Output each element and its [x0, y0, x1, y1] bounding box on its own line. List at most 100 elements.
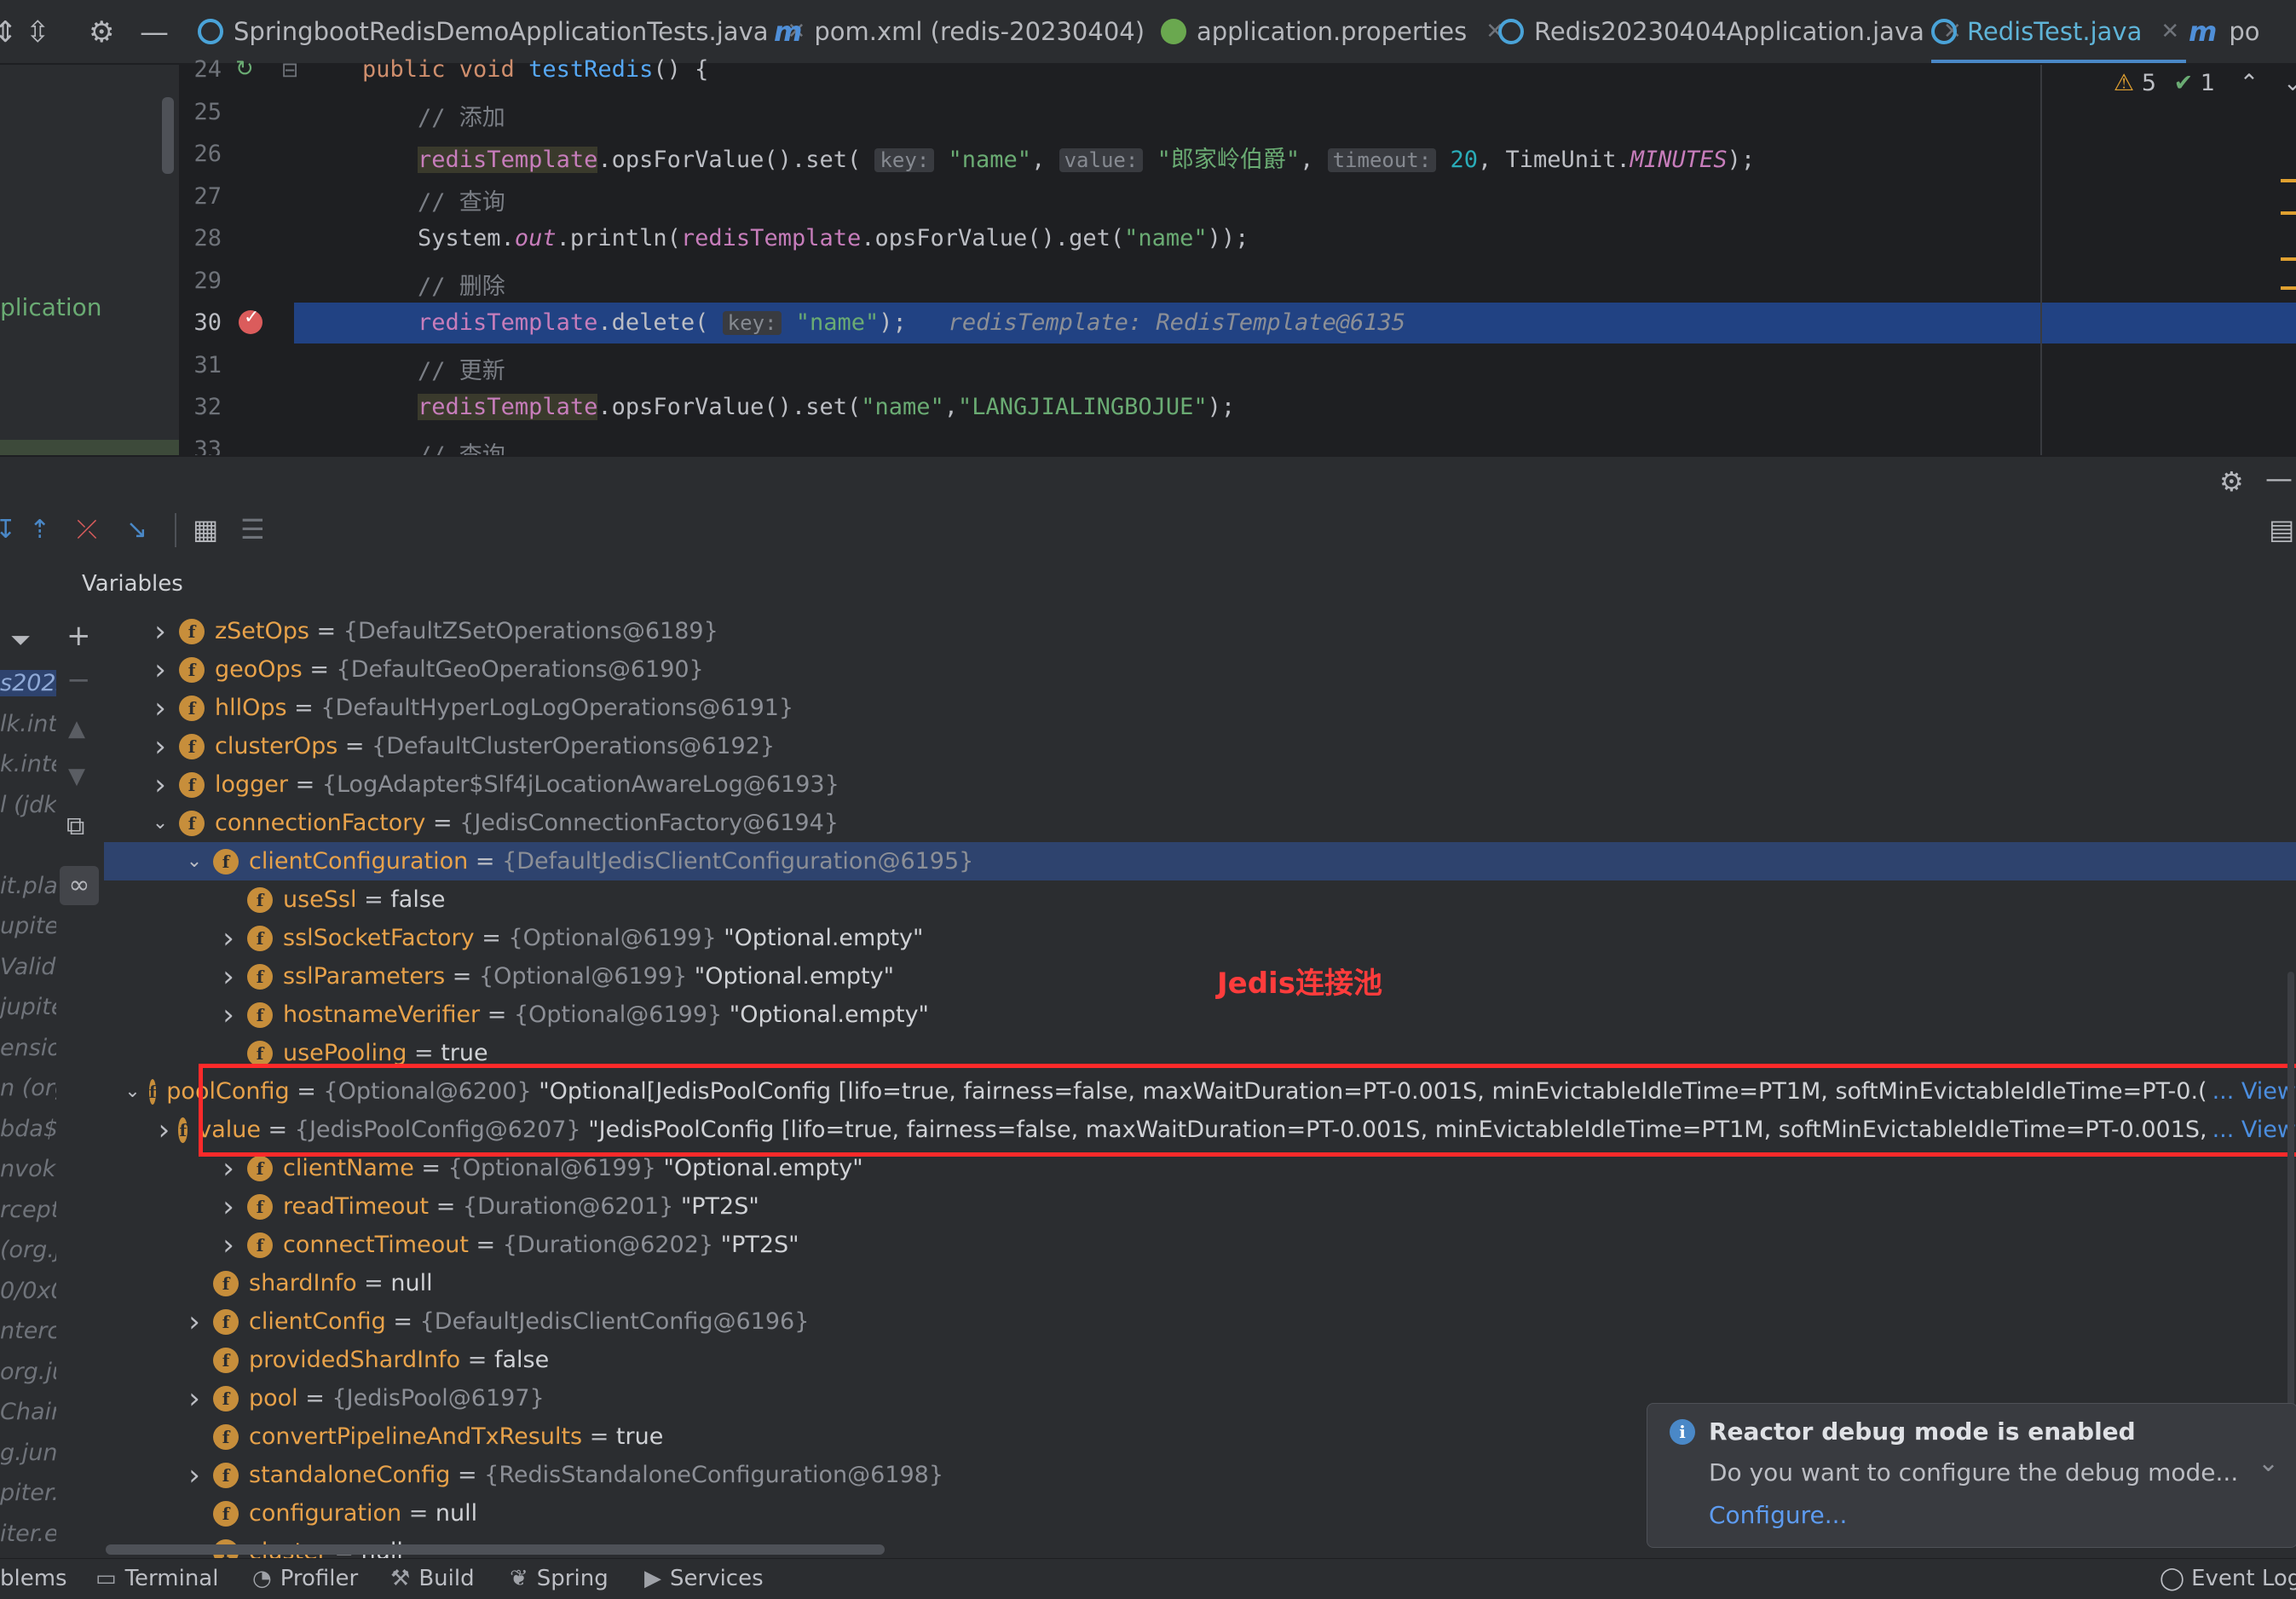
chevron-down-icon[interactable]: ⌄ [184, 851, 205, 872]
chevron-right-icon[interactable]: › [184, 1305, 205, 1339]
code-line[interactable]: // 删除 [362, 268, 505, 301]
variable-row[interactable]: › f zSetOps = {DefaultZSetOperations@6189} [104, 612, 2296, 650]
collapse-all-icon[interactable]: ⇳ [26, 15, 50, 49]
minimize-icon[interactable]: — [140, 15, 169, 49]
code-line[interactable]: redisTemplate.delete( key: "name"); redi… [362, 309, 1405, 336]
stack-frame[interactable]: rcepto [0, 1197, 56, 1223]
tab-redis-test[interactable]: RedisTest.java ✕ [1931, 0, 2187, 63]
tool-window-services[interactable]: ▶ Services [644, 1566, 764, 1591]
inspection-widget[interactable]: ⚠ 5 ✔ 1 ⌃ ⌄ [2114, 70, 2296, 96]
code-line[interactable]: System.out.println(redisTemplate.opsForV… [362, 225, 1249, 251]
stack-frame[interactable]: it.pla [0, 873, 56, 899]
variable-row[interactable]: › f hllOps = {DefaultHyperLogLogOperations… [104, 689, 2296, 727]
run-to-cursor-icon[interactable]: ↘ [126, 515, 147, 545]
trace-icon[interactable]: ☰ [240, 513, 265, 546]
chevron-right-icon[interactable]: › [150, 615, 170, 649]
stack-frame[interactable]: iter.e [0, 1521, 56, 1547]
stack-frame[interactable]: 0/0x0 [0, 1278, 56, 1304]
notification-popup[interactable]: i Reactor debug mode is enabled Do you w… [1647, 1403, 2296, 1548]
chevron-down-icon[interactable]: ⌄ [124, 1081, 140, 1102]
chevron-right-icon[interactable]: › [150, 730, 170, 764]
variable-row[interactable]: › f connectTimeout = {Duration@6202} "PT2S… [104, 1226, 2296, 1264]
code-line[interactable]: // 查询 [362, 183, 505, 216]
tab-pom-2[interactable]: m po [2189, 0, 2260, 63]
expand-all-icon[interactable]: ⇕ [0, 15, 18, 49]
stack-frame[interactable]: (org.j [0, 1237, 56, 1263]
project-item-application[interactable]: plication [0, 293, 102, 321]
variable-row[interactable]: › f sslSocketFactory = {Optional@6199} "Op… [104, 919, 2296, 957]
chevron-down-icon[interactable]: ⌄ [2258, 1448, 2279, 1478]
stack-frame[interactable]: n (org [0, 1075, 56, 1101]
chevron-down-icon[interactable]: ⌄ [2283, 70, 2296, 96]
variable-row[interactable]: › f geoOps = {DefaultGeoOperations@6190} [104, 650, 2296, 689]
stack-frame[interactable]: nterc [0, 1318, 56, 1344]
frames-list[interactable]: s2023 lk.inte k.inte l (jdk it.pla upiter Vali… [0, 610, 56, 1558]
variable-row[interactable]: f providedShardInfo = false [104, 1341, 2296, 1379]
stack-frame[interactable]: k.inte [0, 751, 56, 777]
tab-redis-application[interactable]: Redis20230404Application.java ✕ [1498, 0, 1962, 63]
tool-window-build[interactable]: ⚒ Build [390, 1566, 475, 1591]
chevron-right-icon[interactable]: › [150, 768, 170, 802]
step-into-icon[interactable]: ↧ [0, 515, 16, 545]
variable-row[interactable]: › f hostnameVerifier = {Optional@6199} "Op… [104, 996, 2296, 1034]
variable-row[interactable]: › f sslParameters = {Optional@6199} "Optio… [104, 957, 2296, 996]
chevron-right-icon[interactable]: › [159, 1113, 170, 1147]
code-line[interactable]: // 更新 [362, 352, 505, 385]
chevron-down-icon[interactable]: ⌄ [150, 812, 170, 834]
variable-row[interactable]: f useSsl = false [104, 880, 2296, 919]
remove-watch-icon[interactable]: − [66, 663, 91, 697]
stack-frame[interactable]: s2023 [0, 670, 56, 696]
stack-frame[interactable]: ension [0, 1035, 56, 1061]
variable-row[interactable]: › f clusterOps = {DefaultClusterOperations… [104, 727, 2296, 765]
stack-frame[interactable]: org.jun [0, 1359, 56, 1385]
tool-window-blems[interactable]: blems [0, 1566, 67, 1591]
tool-window-profiler[interactable]: ◔ Profiler [252, 1566, 358, 1591]
stack-frame[interactable]: l (jdk [0, 792, 56, 818]
step-out-icon[interactable]: ⇡ [29, 515, 50, 545]
minimize-icon[interactable]: — [2265, 462, 2293, 494]
variable-row[interactable]: › f logger = {LogAdapter$Slf4jLocationAwar… [104, 765, 2296, 804]
run-test-icon[interactable]: ↻ [235, 56, 254, 82]
chevron-right-icon[interactable]: › [184, 1382, 205, 1416]
tab-springboot-tests[interactable]: SpringbootRedisDemoApplicationTests.java… [198, 0, 805, 63]
layout-icon[interactable]: ▤ [2269, 513, 2294, 546]
stack-frame[interactable]: upiter [0, 913, 56, 939]
fold-icon[interactable]: ⊟ [281, 58, 298, 82]
add-watch-icon[interactable]: + [66, 619, 91, 653]
code-line[interactable]: public void testRedis() { [362, 56, 708, 83]
gear-icon[interactable]: ⚙ [2219, 465, 2244, 498]
variable-row[interactable]: › f readTimeout = {Duration@6201} "PT2S" [104, 1187, 2296, 1226]
stack-frame[interactable]: jupite [0, 994, 56, 1020]
evaluate-expression-icon[interactable]: ▦ [193, 513, 218, 546]
chevron-right-icon[interactable]: › [218, 998, 239, 1032]
chevron-up-icon[interactable]: ⌃ [2240, 70, 2259, 96]
watches-toggle-icon[interactable]: ∞ [60, 866, 99, 905]
copy-icon[interactable]: ⧉ [66, 811, 84, 841]
chevron-right-icon[interactable]: › [218, 960, 239, 994]
chevron-right-icon[interactable]: › [218, 1190, 239, 1224]
variable-row[interactable]: f shardInfo = null [104, 1264, 2296, 1302]
stack-frame[interactable]: piter. [0, 1480, 56, 1506]
variable-row[interactable]: ⌄ f clientConfiguration = {DefaultJedisCli… [104, 842, 2296, 880]
configure-link[interactable]: Configure... [1709, 1501, 1847, 1529]
stack-frame[interactable]: bda$ [0, 1116, 56, 1142]
drop-frame-icon[interactable]: ⤫ [77, 515, 97, 545]
tab-pom[interactable]: m pom.xml (redis-20230404) ✕ [774, 0, 1182, 63]
move-up-icon[interactable]: ▲ [68, 716, 85, 742]
chevron-right-icon[interactable]: › [150, 691, 170, 725]
chevron-right-icon[interactable]: › [218, 1228, 239, 1262]
variable-row[interactable]: › f clientConfig = {DefaultJedisClientConf… [104, 1302, 2296, 1341]
gear-icon[interactable]: ⚙ [89, 15, 114, 49]
filter-icon[interactable]: ⏷ [10, 626, 31, 655]
scrollbar-thumb[interactable] [162, 97, 174, 174]
code-line[interactable]: redisTemplate.opsForValue().set("name","… [362, 394, 1235, 420]
code-line[interactable]: redisTemplate.opsForValue().set( key: "n… [362, 141, 1755, 174]
chevron-right-icon[interactable]: › [150, 653, 170, 687]
tool-window-terminal[interactable]: ▭ Terminal [95, 1566, 218, 1591]
code-line[interactable]: // 添加 [362, 99, 505, 132]
stack-frame[interactable]: Valida [0, 954, 56, 980]
stack-frame[interactable]: g.juni [0, 1440, 56, 1466]
horizontal-scrollbar-thumb[interactable] [106, 1544, 885, 1555]
stack-frame[interactable]: nvoke [0, 1156, 56, 1182]
chevron-right-icon[interactable]: › [184, 1458, 205, 1492]
